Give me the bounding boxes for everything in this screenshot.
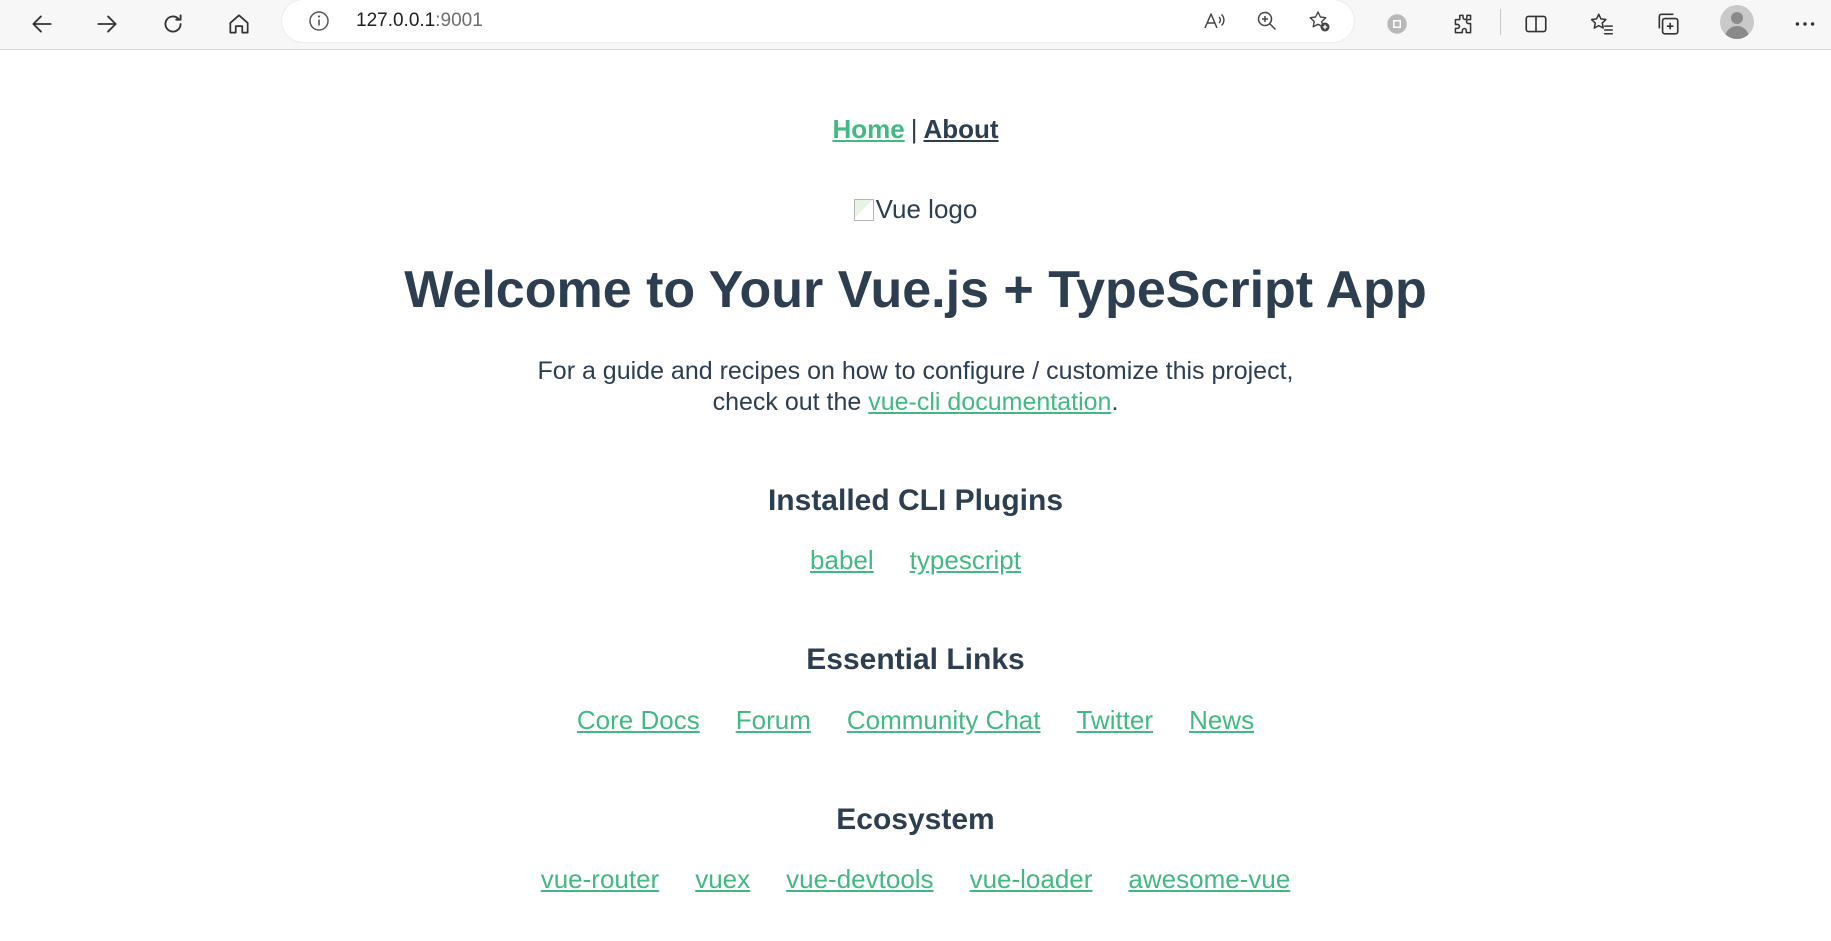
forward-button[interactable] — [87, 4, 127, 44]
list-item: Community Chat — [847, 705, 1041, 736]
info-icon[interactable] — [306, 8, 332, 34]
list-item: News — [1189, 705, 1254, 736]
vue-logo-image: Vue logo — [0, 194, 1831, 225]
vue-devtools-link[interactable]: vue-devtools — [786, 864, 933, 894]
refresh-icon — [164, 14, 182, 33]
news-link[interactable]: News — [1189, 705, 1254, 735]
toolbar-divider — [1500, 9, 1501, 35]
profile-icon[interactable] — [1720, 5, 1754, 39]
essential-links-heading: Essential Links — [806, 643, 1025, 676]
twitter-link[interactable]: Twitter — [1076, 705, 1153, 735]
list-item: typescript — [910, 545, 1021, 576]
list-item: vue-loader — [970, 864, 1093, 895]
favorites-icon — [1590, 13, 1613, 35]
page-content: Home | About Vue logo Welcome to Your Vue.… — [0, 50, 1831, 941]
add-favorite-button[interactable] — [1304, 6, 1334, 36]
essential-links-list: Core Docs Forum Community Chat Twitter News — [0, 705, 1831, 736]
vue-cli-docs-link[interactable]: vue-cli documentation — [868, 388, 1111, 416]
plugins-heading: Installed CLI Plugins — [767, 484, 1064, 517]
intro-paragraph: For a guide and recipes on how to config… — [0, 356, 1831, 418]
ecosystem-list: vue-router vuex vue-devtools vue-loader awes… — [0, 864, 1831, 895]
page-title: Welcome to Your Vue.js + TypeScript App — [404, 261, 1427, 319]
favorites-button[interactable] — [1582, 4, 1622, 44]
split-screen-button[interactable] — [1516, 4, 1556, 44]
vuex-link[interactable]: vuex — [695, 864, 750, 894]
address-bar[interactable]: 127.0.0.1:9001 — [282, 0, 1354, 42]
vue-loader-link[interactable]: vue-loader — [970, 864, 1093, 894]
url-port: :9001 — [435, 10, 483, 31]
extension-badge-icon — [1387, 14, 1407, 34]
extension-button-colored[interactable] — [1377, 4, 1417, 44]
list-item: vue-router — [541, 864, 660, 895]
top-nav: Home | About — [0, 114, 1831, 145]
url-host: 127.0.0.1 — [356, 10, 436, 31]
avatar-head — [1731, 12, 1743, 24]
list-item: vue-devtools — [786, 864, 933, 895]
list-item: Forum — [736, 705, 811, 736]
avatar-body — [1725, 26, 1749, 39]
community-chat-link[interactable]: Community Chat — [847, 705, 1041, 735]
list-item: Core Docs — [577, 705, 700, 736]
awesome-vue-link[interactable]: awesome-vue — [1128, 864, 1290, 894]
list-item: awesome-vue — [1128, 864, 1290, 895]
extension-puzzle-icon — [1454, 14, 1472, 34]
zoom-icon — [1257, 11, 1277, 31]
collections-button[interactable] — [1648, 4, 1688, 44]
more-icon — [1795, 22, 1815, 26]
zoom-button[interactable] — [1252, 6, 1282, 36]
split-screen-icon — [1525, 15, 1547, 33]
extensions-button[interactable] — [1443, 4, 1483, 44]
core-docs-link[interactable]: Core Docs — [577, 705, 700, 735]
more-button[interactable] — [1785, 4, 1825, 44]
nav-home-link[interactable]: Home — [832, 114, 904, 144]
plugin-link-typescript[interactable]: typescript — [910, 545, 1021, 575]
read-aloud-button[interactable] — [1199, 6, 1229, 36]
back-button[interactable] — [22, 4, 62, 44]
ecosystem-heading: Ecosystem — [836, 803, 995, 836]
plugin-link-babel[interactable]: babel — [810, 545, 874, 575]
browser-toolbar: 127.0.0.1:9001 — [0, 0, 1831, 50]
arrow-left-icon — [32, 15, 52, 33]
list-item: vuex — [695, 864, 750, 895]
intro-line2-suffix: . — [1111, 388, 1119, 416]
refresh-button[interactable] — [153, 4, 193, 44]
read-aloud-icon — [1204, 13, 1225, 29]
vue-router-link[interactable]: vue-router — [541, 864, 660, 894]
intro-line1: For a guide and recipes on how to config… — [537, 357, 1294, 385]
nav-about-link[interactable]: About — [923, 114, 998, 144]
home-icon — [229, 14, 249, 34]
url-text[interactable]: 127.0.0.1:9001 — [356, 10, 483, 32]
star-plus-icon — [1309, 11, 1330, 32]
collections-icon — [1658, 13, 1679, 35]
arrow-right-icon — [97, 15, 117, 33]
plugins-list: babel typescript — [0, 545, 1831, 576]
logo-alt-text: Vue logo — [875, 194, 978, 224]
home-button[interactable] — [219, 4, 259, 44]
broken-image-icon — [853, 199, 874, 221]
nav-separator: | — [910, 114, 918, 144]
list-item: Twitter — [1076, 705, 1153, 736]
forum-link[interactable]: Forum — [736, 705, 811, 735]
list-item: babel — [810, 545, 874, 576]
intro-line2-prefix: check out the — [712, 388, 869, 416]
